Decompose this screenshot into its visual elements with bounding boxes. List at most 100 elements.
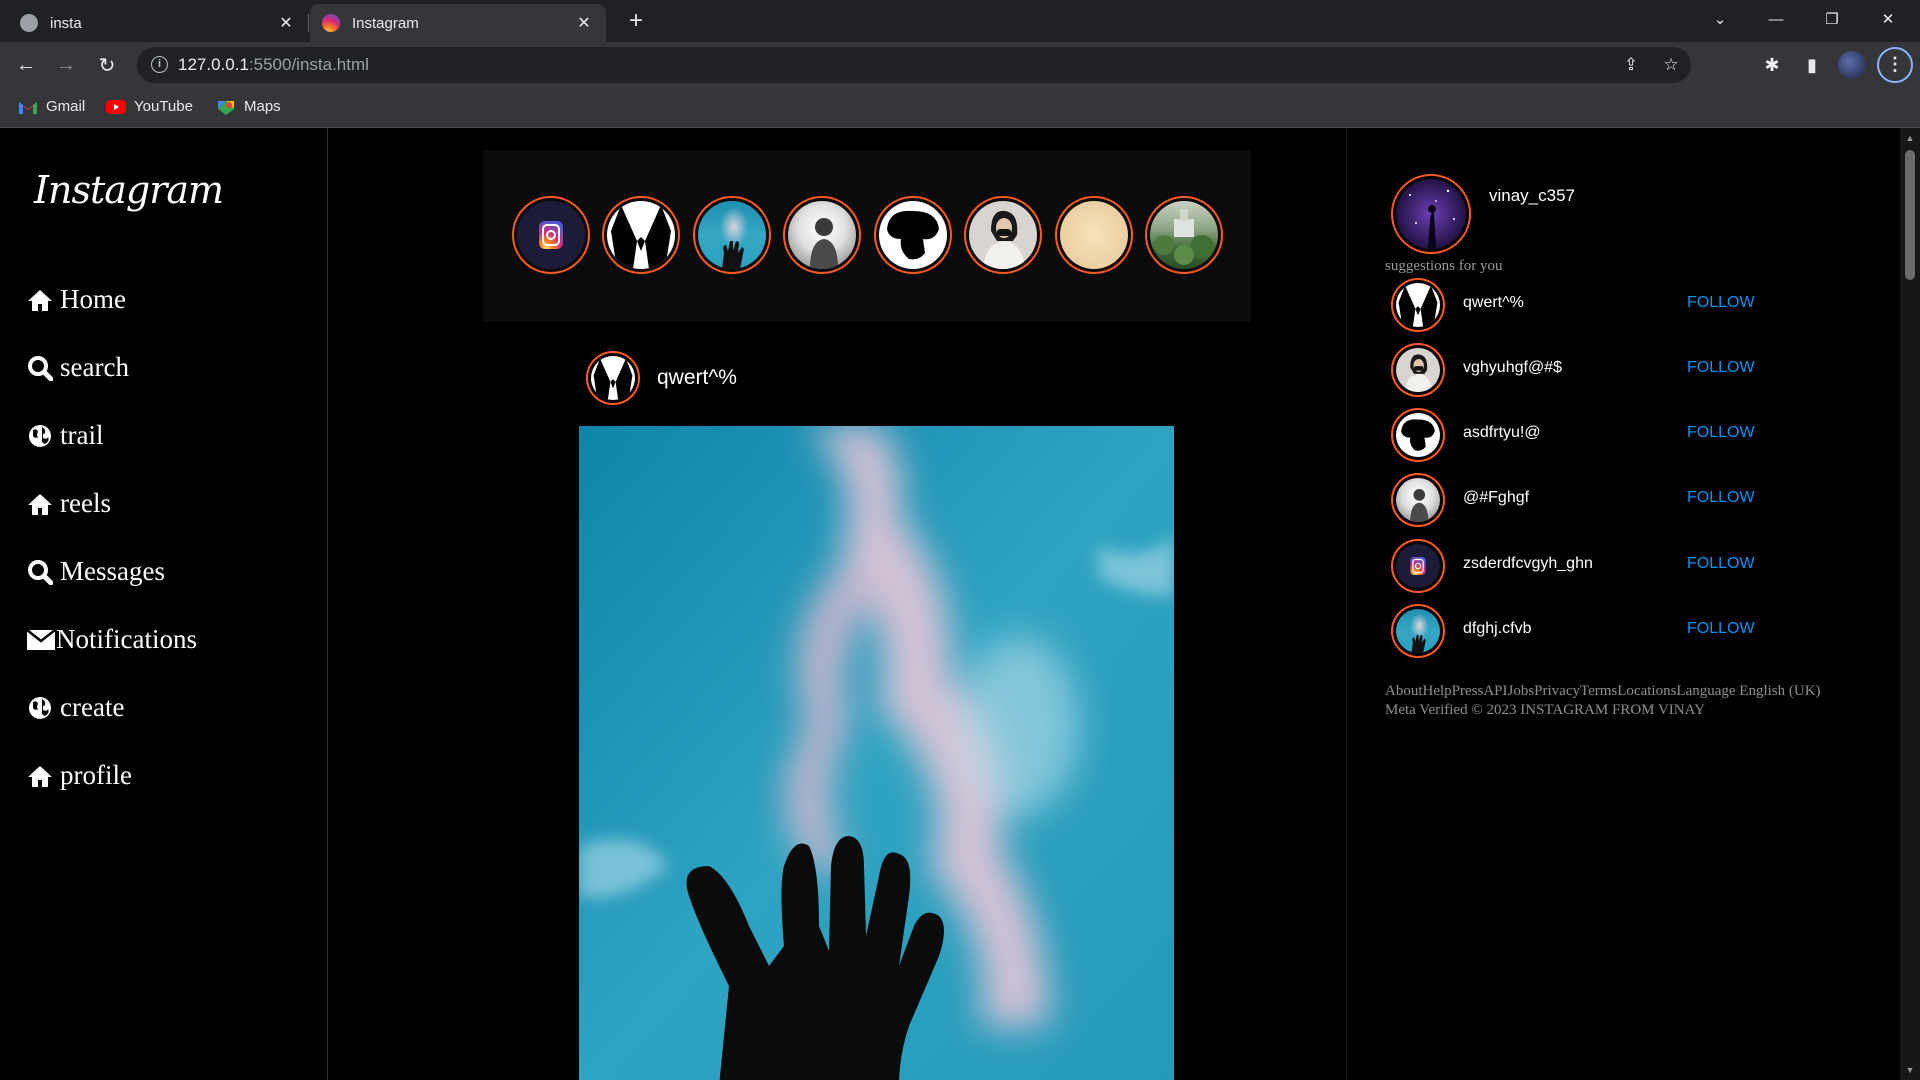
instagram-logo[interactable]: Instagram [34,168,224,212]
galaxy-photo-icon [1396,179,1466,249]
side-panel-icon[interactable]: ▮ [1798,51,1826,79]
suggestions-heading: suggestions for you [1385,258,1503,274]
suggestion-username[interactable]: zsderdfcvgyh_ghn [1463,555,1593,573]
bookmark-label: YouTube [134,98,193,115]
bookmark-gmail[interactable]: Gmail [18,98,85,115]
browser-tab-instagram[interactable]: Instagram ✕ [310,4,606,42]
story-avatar[interactable] [602,196,680,274]
back-arrow-icon[interactable]: ← [10,49,42,81]
footer-links[interactable]: AboutHelpPressAPIJobsPrivacyTermsLocatio… [1385,682,1855,720]
story-avatar[interactable] [693,196,771,274]
nav-item-trail[interactable]: trail [26,420,103,451]
hair-silhouette-icon [1396,413,1440,457]
bookmark-youtube[interactable]: YouTube [106,98,193,115]
gmail-icon [19,101,37,114]
page-scrollbar[interactable]: ▲ ▼ [1900,128,1920,1080]
suggestion-avatar[interactable] [1391,408,1445,462]
post-image[interactable] [579,426,1174,1080]
reload-icon[interactable]: ↻ [91,49,123,81]
bookmark-maps[interactable]: Maps [216,98,281,115]
follow-button[interactable]: FOLLOW [1687,555,1755,573]
follow-button[interactable]: FOLLOW [1687,359,1755,377]
story-avatar[interactable] [1145,196,1223,274]
new-tab-button[interactable]: + [622,8,650,36]
hair-silhouette-icon [879,201,947,269]
story-avatar[interactable] [964,196,1042,274]
current-username[interactable]: vinay_c357 [1489,186,1575,206]
tab-search-chevron-icon[interactable]: ⌄ [1692,0,1748,38]
bookmark-star-icon[interactable]: ☆ [1659,53,1683,77]
close-tab-icon[interactable]: ✕ [276,13,296,33]
nav-item-messages[interactable]: Messages [26,556,165,587]
browser-menu-icon[interactable]: ⋮ [1877,47,1913,83]
post-username[interactable]: qwert^% [657,366,737,390]
scroll-down-arrow-icon[interactable]: ▼ [1900,1062,1920,1078]
browser-toolbar: ← → ↻ i 127.0.0.1:5500/insta.html ⇪ ☆ ✱ … [0,42,1920,88]
forward-arrow-icon[interactable]: → [50,49,82,81]
close-window-icon[interactable]: ✕ [1860,0,1916,38]
scrollbar-thumb[interactable] [1905,150,1915,280]
follow-button[interactable]: FOLLOW [1687,620,1755,638]
restore-icon[interactable]: ❐ [1804,0,1860,38]
story-avatar[interactable] [512,196,590,274]
current-user-avatar[interactable] [1391,174,1471,254]
suit-silhouette-icon [607,201,675,269]
bookmarks-bar: Gmail YouTube Maps [0,88,1920,128]
profile-avatar-icon[interactable] [1838,51,1866,79]
suggestion-username[interactable]: vghyuhgf@#$ [1463,359,1562,377]
nav-item-notifications[interactable]: Notifications [26,624,197,655]
nav-item-reels[interactable]: reels [26,488,111,519]
scroll-up-arrow-icon[interactable]: ▲ [1900,130,1920,146]
site-info-icon[interactable]: i [151,56,168,73]
suggestion-avatar[interactable] [1391,604,1445,658]
left-sidebar: Instagram Home search trail reels Messag… [0,128,328,1080]
suggestion-avatar[interactable] [1391,278,1445,332]
suggestion-username[interactable]: qwert^% [1463,294,1524,312]
right-sidebar: vinay_c357 suggestions for you qwert^% F… [1346,128,1900,1080]
nav-item-profile[interactable]: profile [26,760,132,791]
person-silhouette-icon [1396,478,1440,522]
story-avatar[interactable] [874,196,952,274]
suggestion-avatar[interactable] [1391,473,1445,527]
share-icon[interactable]: ⇪ [1619,53,1643,77]
bookmark-label: Gmail [46,98,86,115]
nav-item-create[interactable]: create [26,692,124,723]
story-avatar[interactable] [783,196,861,274]
nav-label: search [60,352,129,382]
search-icon [26,559,54,585]
home-icon [26,491,54,517]
follow-button[interactable]: FOLLOW [1687,489,1755,507]
home-icon [26,763,54,789]
suggestion-username[interactable]: asdfrtyu!@ [1463,424,1541,442]
url-text: 127.0.0.1:5500/insta.html [178,55,369,75]
suggestion-avatar[interactable] [1391,343,1445,397]
nav-item-home[interactable]: Home [26,284,126,315]
extensions-puzzle-icon[interactable]: ✱ [1758,51,1786,79]
nav-label: reels [60,488,111,518]
nav-label: Messages [60,556,165,586]
instagram-favicon-icon [322,14,340,32]
suggestion-username[interactable]: dfghj.cfvb [1463,620,1531,638]
nav-label: profile [60,760,132,790]
suit-silhouette-icon [1396,283,1440,327]
paper-texture-icon [1060,201,1128,269]
follow-button[interactable]: FOLLOW [1687,294,1755,312]
suggestion-item: dfghj.cfvb FOLLOW [1391,604,1811,660]
nav-label: Home [60,284,126,314]
instagram-logo-icon [517,201,585,269]
suggestion-avatar[interactable] [1391,539,1445,593]
post-author-avatar[interactable] [586,351,640,405]
story-avatar[interactable] [1055,196,1133,274]
close-tab-icon[interactable]: ✕ [574,13,594,33]
follow-button[interactable]: FOLLOW [1687,424,1755,442]
nav-label: create [60,692,125,722]
browser-tab-bar: insta ✕ Instagram ✕ + ⌄ — ❐ ✕ [0,0,1920,42]
instagram-logo-icon [1396,544,1440,588]
person-silhouette-icon [788,201,856,269]
minimize-icon[interactable]: — [1748,0,1804,38]
search-icon [26,355,54,381]
address-bar[interactable]: i 127.0.0.1:5500/insta.html ⇪ ☆ [137,47,1691,83]
nav-item-search[interactable]: search [26,352,129,383]
suggestion-username[interactable]: @#Fghgf [1463,489,1529,507]
browser-tab-insta[interactable]: insta ✕ [8,4,308,42]
